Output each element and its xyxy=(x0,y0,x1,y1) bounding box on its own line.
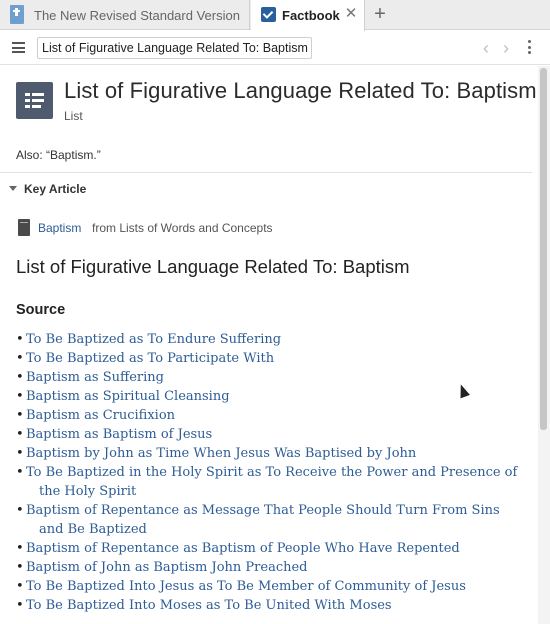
list-item-link[interactable]: To Be Baptized Into Jesus as To Be Membe… xyxy=(26,577,522,596)
tab-factbook[interactable]: Factbook ✕ xyxy=(251,0,365,31)
tab-bar: The New Revised Standard Version Factboo… xyxy=(0,0,550,31)
page-title: List of Figurative Language Related To: … xyxy=(64,78,537,103)
list-item-link[interactable]: To Be Baptized as To Participate With xyxy=(26,349,522,368)
tab-label: The New Revised Standard Version xyxy=(34,7,240,23)
list-item[interactable]: • To Be Baptized as To Participate With xyxy=(16,349,522,368)
list-item-link[interactable]: Baptism as Crucifixion xyxy=(26,406,522,425)
title-input[interactable]: List of Figurative Language Related To: … xyxy=(37,37,312,59)
list-item-link[interactable]: To Be Baptized Into Moses as To Be Unite… xyxy=(26,596,522,615)
list-item[interactable]: • To Be Baptized Into Moses as To Be Unit… xyxy=(16,596,522,615)
section-title-key-article[interactable]: Key Article xyxy=(24,182,86,196)
divider xyxy=(0,172,532,173)
list-item[interactable]: • Baptism of Repentance as Baptism of Peo… xyxy=(16,539,522,558)
list-item-link[interactable]: To Be Baptized in the Holy Spirit as To … xyxy=(26,463,522,482)
list-item-link[interactable]: Baptism as Suffering xyxy=(26,368,522,387)
list-item[interactable]: • Baptism of Repentance as Message That P… xyxy=(16,501,522,539)
caret-down-icon[interactable] xyxy=(9,186,17,191)
tab-nrsv[interactable]: The New Revised Standard Version xyxy=(0,0,250,30)
list-item[interactable]: • To Be Baptized as To Endure Suffering xyxy=(16,330,522,349)
reference-list: • To Be Baptized as To Endure Suffering •… xyxy=(16,330,522,615)
toolbar: List of Figurative Language Related To: … xyxy=(0,31,550,65)
plus-icon: + xyxy=(374,3,386,25)
article-link[interactable]: Baptism xyxy=(38,221,81,235)
page-subtitle: List xyxy=(64,109,83,123)
list-item[interactable]: • To Be Baptized in the Holy Spirit as To… xyxy=(16,463,522,501)
list-item[interactable]: • Baptism as Crucifixion xyxy=(16,406,522,425)
factbook-content: List of Figurative Language Related To: … xyxy=(0,66,538,624)
list-item-link[interactable]: Baptism as Baptism of Jesus xyxy=(26,425,522,444)
factbook-check-icon xyxy=(261,7,276,22)
also-known-as: Also: “Baptism.” xyxy=(16,148,101,162)
list-item-link[interactable]: Baptism of John as Baptism John Preached xyxy=(26,558,522,577)
list-item-link[interactable]: To Be Baptized as To Endure Suffering xyxy=(26,330,522,349)
scrollbar-thumb[interactable] xyxy=(540,68,547,430)
book-icon xyxy=(18,219,30,236)
list-item-link[interactable]: Baptism of Repentance as Message That Pe… xyxy=(26,501,522,520)
bible-icon xyxy=(10,5,24,24)
list-item[interactable]: • Baptism of John as Baptism John Preache… xyxy=(16,558,522,577)
list-item[interactable]: • Baptism as Spiritual Cleansing xyxy=(16,387,522,406)
list-item-link-continued[interactable]: the Holy Spirit xyxy=(26,482,522,501)
article-heading: List of Figurative Language Related To: … xyxy=(16,256,410,277)
list-item-link[interactable]: Baptism as Spiritual Cleansing xyxy=(26,387,522,406)
list-item-link[interactable]: Baptism of Repentance as Baptism of Peop… xyxy=(26,539,522,558)
list-item[interactable]: • To Be Baptized Into Jesus as To Be Memb… xyxy=(16,577,522,596)
source-heading: Source xyxy=(16,302,66,318)
list-icon xyxy=(16,82,53,119)
list-item[interactable]: • Baptism as Baptism of Jesus xyxy=(16,425,522,444)
list-item-link[interactable]: Baptism by John as Time When Jesus Was B… xyxy=(26,444,522,463)
article-source: from Lists of Words and Concepts xyxy=(92,221,273,235)
list-item[interactable]: • Baptism as Suffering xyxy=(16,368,522,387)
add-tab-button[interactable]: + xyxy=(370,0,390,30)
kebab-icon[interactable] xyxy=(524,40,534,56)
list-item-link-continued[interactable]: and Be Baptized xyxy=(26,520,522,539)
list-item[interactable]: • Baptism by John as Time When Jesus Was … xyxy=(16,444,522,463)
chevron-right-icon[interactable]: › xyxy=(499,37,513,59)
chevron-left-icon[interactable]: ‹ xyxy=(479,37,493,59)
close-icon[interactable]: ✕ xyxy=(343,6,359,22)
hamburger-icon[interactable] xyxy=(12,42,25,53)
tab-label: Factbook xyxy=(282,8,340,23)
